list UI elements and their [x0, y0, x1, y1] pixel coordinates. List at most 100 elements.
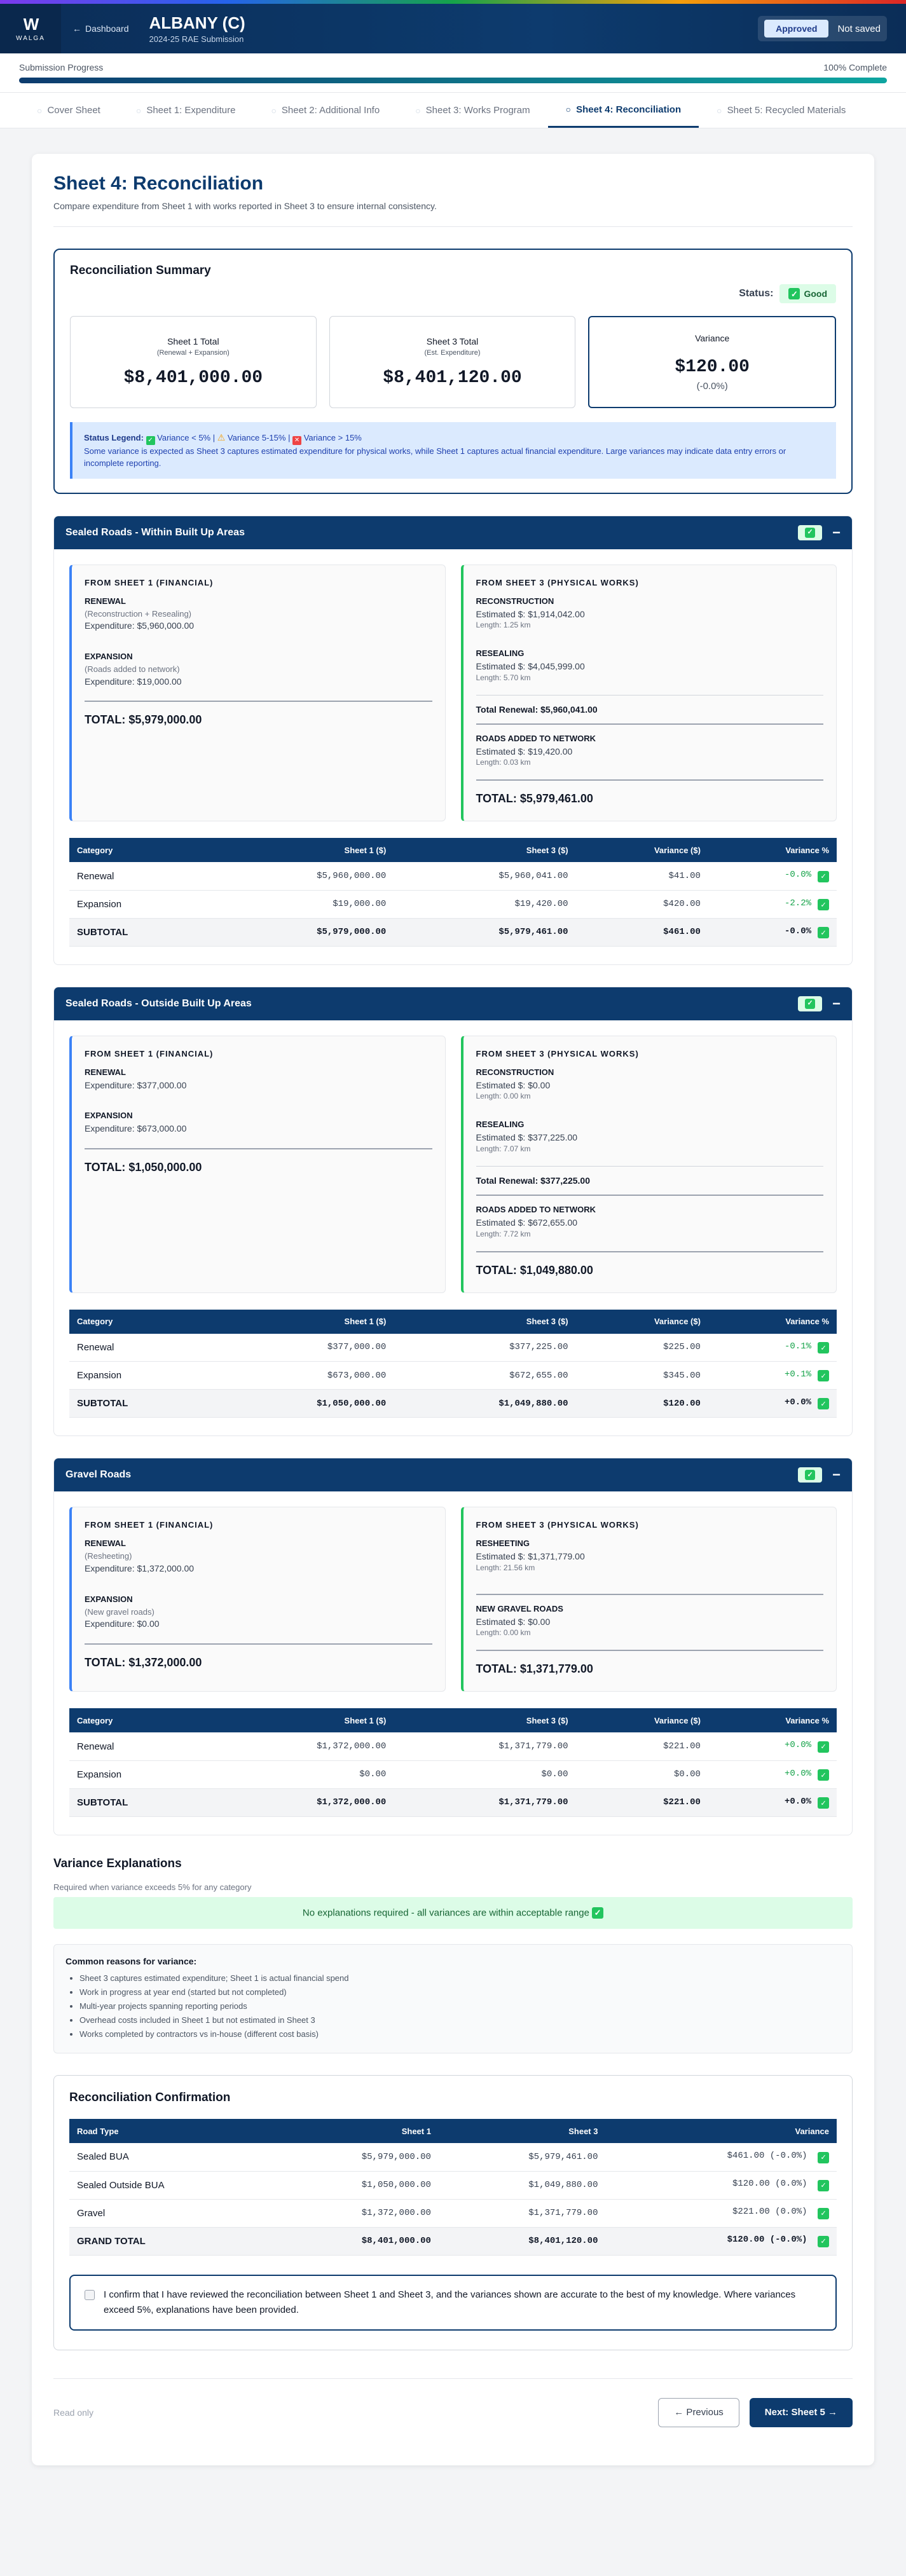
walga-logo: W WALGA	[0, 4, 61, 53]
col-header: Variance %	[708, 1309, 837, 1334]
item-note: (New gravel roads)	[85, 1607, 154, 1617]
variance-value: $120.00 (0.0%)	[732, 2179, 807, 2189]
tab-sheet-3[interactable]: ○ Sheet 3: Works Program	[397, 93, 547, 128]
box-label: Sheet 3 Total	[426, 336, 479, 346]
table-row: Expansion $0.00 $0.00 $0.00 +0.0% ✓	[69, 1760, 837, 1789]
cell-variance: $225.00	[575, 1333, 708, 1362]
arrow-left-icon: ←	[72, 24, 81, 34]
section-status-badge: ✓	[798, 524, 823, 540]
cell-category: Expansion	[69, 890, 212, 919]
col-header: Variance %	[708, 1708, 837, 1733]
logo-text: WALGA	[16, 34, 45, 42]
table-row: Renewal $5,960,000.00 $5,960,041.00 $41.00-…	[69, 862, 837, 891]
item-value: Estimated $: $0.00	[476, 1616, 551, 1627]
cell-variance-pct: +0.1% ✓	[708, 1361, 837, 1390]
list-item: Overhead costs included in Sheet 1 but n…	[79, 2013, 841, 2027]
col-header: Category	[69, 1708, 212, 1733]
tab-sheet-1[interactable]: ○ Sheet 1: Expenditure	[118, 93, 254, 128]
confirmation-checkbox-row[interactable]: I confirm that I have reviewed the recon…	[69, 2274, 837, 2331]
table-row: Sealed Outside BUA $1,050,000.00 $1,049,88…	[69, 2171, 837, 2200]
legend-good: Variance < 5%	[157, 433, 211, 442]
required-note: Required when variance exceeds 5% for an…	[53, 1882, 252, 1892]
cell-sheet3: $5,979,461.00	[438, 2143, 606, 2172]
item-note: (Roads added to network)	[85, 664, 180, 674]
section-header[interactable]: Sealed Roads - Outside Built Up Areas ✓ −	[54, 987, 852, 1020]
tab-sheet-5[interactable]: ○ Sheet 5: Recycled Materials	[699, 93, 863, 128]
sheet1-financial-panel: FROM SHEET 1 (FINANCIAL) RENEWAL (Resheet…	[69, 1507, 446, 1692]
pct-value: +0.0%	[784, 1796, 811, 1807]
section-header[interactable]: Gravel Roads ✓ −	[54, 1458, 852, 1492]
status-label: Status:	[739, 288, 774, 299]
tab-sheet-2[interactable]: ○ Sheet 2: Additional Info	[253, 93, 397, 128]
cell-sheet3: $5,960,041.00	[394, 862, 576, 891]
council-title: ALBANY (C)	[149, 13, 245, 32]
pct-value: +0.0%	[784, 1740, 811, 1751]
check-icon: ✓	[818, 2235, 829, 2247]
circle-icon: ○	[37, 105, 43, 116]
confirmation-statement: I confirm that I have reviewed the recon…	[104, 2289, 796, 2315]
cell-sheet1: $5,979,000.00	[271, 2143, 439, 2172]
collapse-icon[interactable]: −	[832, 1468, 841, 1482]
col-header: Variance ($)	[575, 838, 708, 863]
cell-road-type: Sealed BUA	[69, 2143, 272, 2172]
previous-button[interactable]: ← Previous	[658, 2397, 739, 2427]
check-icon: ✓	[818, 2207, 829, 2219]
panel-title: FROM SHEET 3 (PHYSICAL WORKS)	[476, 1048, 639, 1058]
item-value: Estimated $: $672,655.00	[476, 1217, 578, 1228]
section-header[interactable]: Sealed Roads - Within Built Up Areas ✓ −	[54, 516, 852, 549]
section-title: Sealed Roads - Within Built Up Areas	[65, 526, 245, 538]
tab-label: Cover Sheet	[47, 105, 100, 116]
panel-total: TOTAL: $5,979,000.00	[85, 713, 202, 727]
cell-variance-pct: +0.0% ✓	[708, 1788, 837, 1817]
item-title: RESHEETING	[476, 1538, 530, 1549]
cell-sheet1: $1,050,000.00	[212, 1389, 394, 1418]
box-value: $120.00	[675, 357, 750, 377]
subtotal-row: SUBTOTAL $5,979,000.00 $5,979,461.00 $461.0…	[69, 918, 837, 947]
tab-sheet-4[interactable]: ○ Sheet 4: Reconciliation	[547, 93, 699, 128]
check-icon: ✓	[818, 1741, 829, 1753]
pct-value: -0.0%	[784, 870, 811, 880]
cell-sheet3: $377,225.00	[394, 1333, 576, 1362]
legend-text: Some variance is expected as Sheet 3 cap…	[84, 446, 786, 469]
read-only-label: Read only	[53, 2407, 94, 2418]
collapse-icon[interactable]: −	[832, 996, 841, 1011]
legend-title: Status Legend:	[84, 433, 144, 442]
panel-total: TOTAL: $1,050,000.00	[85, 1160, 202, 1174]
sheet3-physical-panel: FROM SHEET 3 (PHYSICAL WORKS) RECONSTRUC…	[460, 564, 837, 822]
pct-value: -0.1%	[784, 1341, 811, 1352]
progress-label: Submission Progress	[19, 62, 104, 72]
collapse-icon[interactable]: −	[832, 525, 841, 540]
pct-value: +0.0%	[784, 1397, 811, 1408]
col-header: Sheet 1 ($)	[212, 1708, 394, 1733]
submission-progress: Submission Progress 100% Complete	[0, 53, 906, 93]
cell-road-type: Sealed Outside BUA	[69, 2171, 272, 2200]
col-header: Variance ($)	[575, 1708, 708, 1733]
section-title: Reconciliation Confirmation	[69, 2091, 231, 2105]
cell-variance-pct: -2.2% ✓	[708, 890, 837, 919]
progress-bar-fill	[19, 78, 887, 83]
item-length: Length: 1.25 km	[476, 620, 531, 630]
back-to-dashboard-link[interactable]: ← Dashboard	[72, 24, 129, 34]
check-icon: ✓	[805, 527, 816, 538]
cell-sheet3: $5,979,461.00	[394, 918, 576, 947]
tab-label: Sheet 4: Reconciliation	[576, 104, 682, 115]
item-value: Expenditure: $0.00	[85, 1619, 160, 1629]
next-sheet-button[interactable]: Next: Sheet 5 →	[749, 2397, 853, 2427]
check-icon: ✓	[592, 1907, 604, 1919]
confirm-checkbox[interactable]	[85, 2289, 95, 2300]
item-length: Length: 21.56 km	[476, 1563, 535, 1572]
sheet1-financial-panel: FROM SHEET 1 (FINANCIAL) RENEWAL Expendit…	[69, 1035, 446, 1293]
cell-variance: $41.00	[575, 862, 708, 891]
cell-variance: $120.00 (-0.0%) ✓	[605, 2227, 837, 2256]
col-header: Sheet 3 ($)	[394, 1708, 576, 1733]
cross-icon: ✕	[292, 435, 302, 445]
cell-sheet1: $19,000.00	[212, 890, 394, 919]
item-title: RENEWAL	[85, 1067, 126, 1077]
check-icon: ✓	[818, 2151, 829, 2163]
tab-cover-sheet[interactable]: ○ Cover Sheet	[19, 93, 118, 128]
item-title: RESEALING	[476, 1120, 525, 1130]
cell-sheet1: $5,979,000.00	[212, 918, 394, 947]
cell-category: Renewal	[69, 1732, 212, 1761]
cell-sheet3: $1,049,880.00	[438, 2171, 606, 2200]
total-renewal: Total Renewal: $5,960,041.00	[476, 704, 598, 715]
